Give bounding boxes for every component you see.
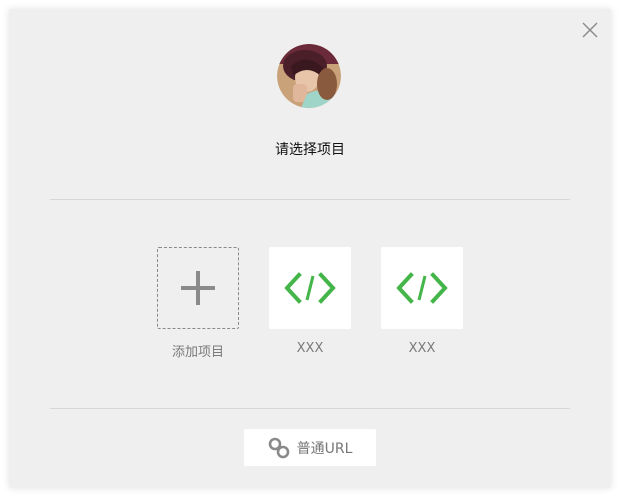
project-item: XXX: [269, 247, 351, 356]
add-project-button[interactable]: [157, 247, 239, 329]
plain-url-button[interactable]: 普通URL: [244, 429, 376, 466]
top-divider: [50, 199, 570, 200]
plain-url-label: 普通URL: [296, 440, 353, 457]
link-icon: [268, 437, 289, 458]
project-label: XXX: [296, 341, 324, 356]
project-item: XXX: [381, 247, 463, 356]
code-icon: [396, 272, 448, 304]
bottom-divider: [50, 408, 570, 409]
avatar: [277, 44, 341, 108]
close-button[interactable]: [581, 21, 599, 39]
project-label: XXX: [408, 341, 436, 356]
project-selector-dialog: 请选择项目 添加项目 XXX XXX 普通URL: [9, 9, 611, 488]
close-icon: [582, 22, 598, 38]
add-project-label: 添加项目: [171, 345, 224, 360]
code-icon: [284, 272, 336, 304]
project-tile-2[interactable]: [381, 247, 463, 329]
project-tile-1[interactable]: [269, 247, 351, 329]
plus-icon: [181, 271, 215, 305]
add-project-item: 添加项目: [157, 247, 239, 360]
dialog-title: 请选择项目: [275, 142, 345, 158]
